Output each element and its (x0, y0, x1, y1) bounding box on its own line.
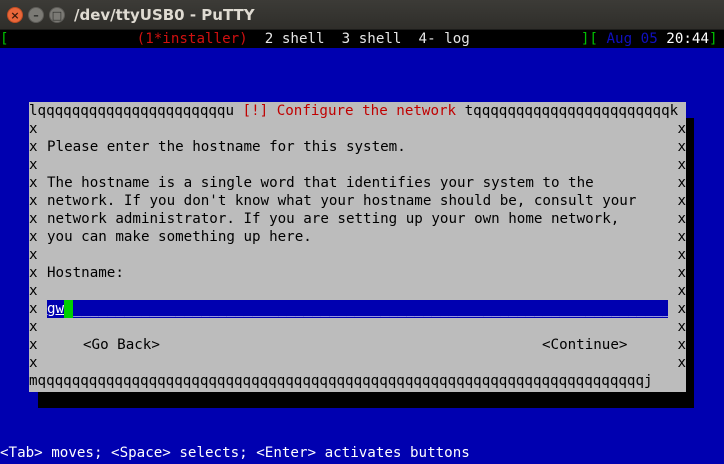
dialog-row: x <Go Back> <Continue> x (29, 336, 686, 354)
dialog-row: x network administrator. If you are setti… (29, 211, 686, 227)
screen-bar-right-bracket: ][ (580, 31, 598, 47)
dialog-row: xx (29, 247, 686, 263)
dialog-row: xx (29, 283, 686, 299)
dialog-row: xx (29, 319, 686, 335)
minimize-icon: – (33, 8, 39, 22)
hostname-prompt: Please enter the hostname for this syste… (47, 139, 406, 155)
maximize-icon: □ (51, 8, 63, 22)
dialog-title: [!] Configure the network (242, 103, 457, 119)
hostname-input[interactable]: gw ______________________________________… (47, 300, 668, 318)
dialog-row: x network. If you don't know what your ho… (29, 193, 686, 209)
text-cursor (64, 300, 74, 318)
description-line: The hostname is a single word that ident… (47, 175, 594, 191)
minimize-window-button[interactable]: – (28, 7, 44, 23)
screen-bar-left-bracket: [ (0, 31, 9, 47)
window-titlebar: × – □ /dev/ttyUSB0 - PuTTY (0, 0, 724, 30)
screen-time: 20:44 (657, 31, 709, 47)
close-icon: × (10, 8, 20, 22)
description-line: network. If you don't know what your hos… (47, 193, 637, 209)
dialog-row: xx (29, 157, 686, 173)
dialog-shadow-bottom (38, 392, 694, 408)
terminal-area[interactable]: [ (1*installer) 2 shell 3 shell 4- log ]… (0, 30, 724, 464)
dialog-bottom-border: mqqqqqqqqqqqqqqqqqqqqqqqqqqqqqqqqqqqqqqq… (29, 373, 653, 389)
continue-button[interactable]: <Continue> (542, 336, 627, 354)
dialog-top-border: lqqqqqqqqqqqqqqqqqqqqqqu [!] Configure t… (29, 103, 679, 119)
description-line: you can make something up here. (47, 229, 312, 245)
dialog-row: x Hostname: x (29, 265, 686, 281)
dialog-row: xx (29, 355, 686, 371)
screen-date: Aug 05 (597, 31, 658, 47)
go-back-button[interactable]: <Go Back> (83, 336, 160, 354)
hostname-field-fill: ________________________________________… (73, 301, 668, 317)
configure-network-dialog: lqqqqqqqqqqqqqqqqqqqqqqu [!] Configure t… (29, 102, 686, 392)
dialog-row: x you can make something up here. x (29, 229, 686, 245)
dialog-row: xx (29, 121, 686, 137)
description-line: network administrator. If you are settin… (47, 211, 620, 227)
screen-current-window[interactable]: (1*installer) (137, 31, 248, 47)
hostname-value[interactable]: gw (47, 301, 64, 317)
screen-window-bar: [ (1*installer) 2 shell 3 shell 4- log ]… (0, 30, 724, 48)
dialog-row: x The hostname is a single word that iden… (29, 175, 686, 191)
screen-window-list[interactable]: 2 shell 3 shell 4- log (248, 31, 470, 47)
window-title: /dev/ttyUSB0 - PuTTY (74, 6, 255, 24)
dialog-shadow-right (686, 118, 694, 408)
hostname-label: Hostname: (47, 265, 124, 281)
status-line: <Tab> moves; <Space> selects; <Enter> ac… (0, 445, 470, 461)
close-window-button[interactable]: × (7, 7, 23, 23)
screen-bar-end-bracket: ] (709, 31, 718, 47)
maximize-window-button[interactable]: □ (49, 7, 65, 23)
dialog-row: x Please enter the hostname for this syst… (29, 139, 686, 155)
